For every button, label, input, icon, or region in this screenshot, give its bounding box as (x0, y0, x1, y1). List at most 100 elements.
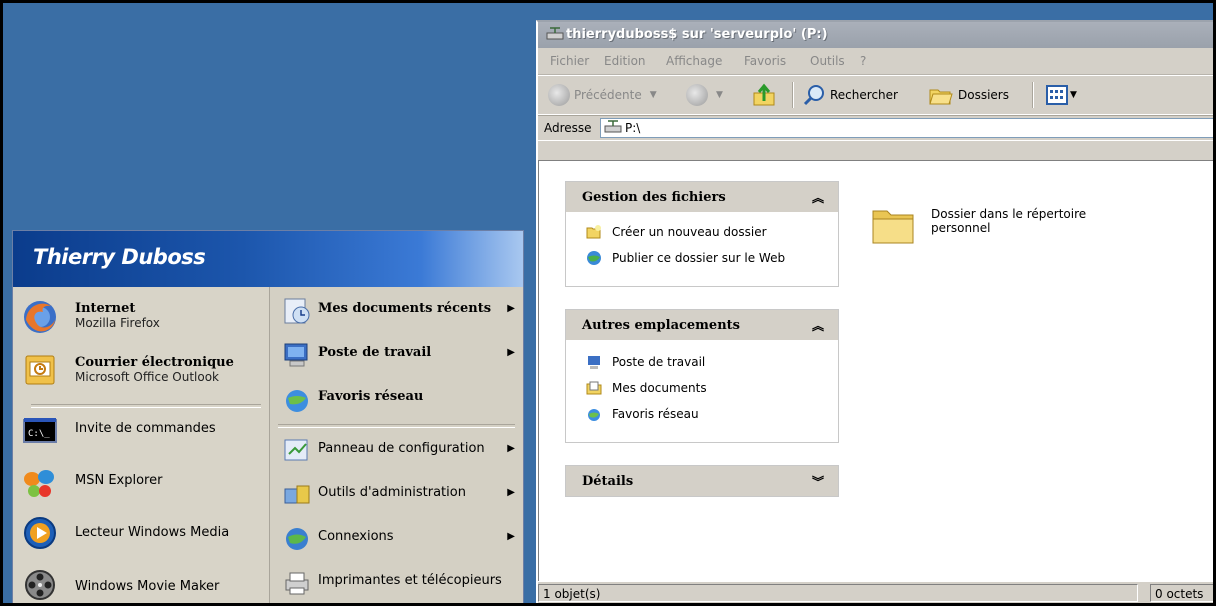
details-title: Détails (582, 474, 634, 489)
start-item-admin-tools[interactable]: Outils d'administration ▶ (278, 477, 515, 511)
start-item-email[interactable]: Courrier électronique Microsoft Office O… (13, 347, 269, 391)
file-tasks-title: Gestion des fichiers (582, 190, 726, 205)
my-computer-label: Poste de travail (318, 345, 432, 360)
views-dropdown-icon: ▼ (1070, 90, 1077, 100)
media-player-icon (24, 517, 56, 549)
task-new-folder-label: Créer un nouveau dossier (612, 225, 767, 239)
views-button[interactable]: ▼ (1046, 82, 1077, 108)
admin-tools-label: Outils d'administration (318, 485, 466, 500)
forward-dropdown-icon[interactable]: ▼ (716, 90, 723, 100)
menu-fichier[interactable]: Fichier (550, 54, 589, 68)
search-icon (803, 85, 824, 106)
collapse-chevron-icon[interactable]: ︽ (812, 189, 824, 206)
expand-chevron-icon[interactable]: ︾ (812, 473, 824, 490)
other-places-header[interactable]: Autres emplacements ︽ (566, 310, 838, 340)
start-item-command-prompt[interactable]: C:\_ Invite de commandes (13, 411, 269, 451)
menu-affichage[interactable]: Affichage (666, 54, 722, 68)
my-documents-icon (586, 381, 602, 395)
start-item-printers[interactable]: Imprimantes et télécopieurs (278, 565, 515, 599)
file-tasks-panel: Gestion des fichiers ︽ Créer un nouveau … (565, 181, 839, 287)
my-computer-icon (284, 343, 308, 367)
submenu-arrow-icon: ▶ (507, 347, 515, 358)
command-prompt-label: Invite de commandes (75, 421, 216, 436)
start-item-media-player[interactable]: Lecteur Windows Media (13, 513, 269, 553)
start-item-network-places[interactable]: Favoris réseau (278, 381, 515, 415)
email-title: Courrier électronique (75, 355, 234, 370)
folders-label: Dossiers (958, 88, 1009, 102)
task-publish-web[interactable]: Publier ce dossier sur le Web (586, 248, 785, 268)
place-network-places[interactable]: Favoris réseau (586, 404, 699, 424)
movie-maker-label: Windows Movie Maker (75, 579, 220, 594)
firefox-icon (24, 301, 56, 333)
back-dropdown-icon[interactable]: ▼ (650, 90, 657, 100)
start-item-my-computer[interactable]: Poste de travail ▶ (278, 337, 515, 371)
menu-bar: Fichier Edition Affichage Favoris Outils… (538, 48, 1216, 75)
outlook-icon (25, 355, 55, 385)
start-item-internet[interactable]: Internet Mozilla Firefox (13, 295, 269, 339)
movie-maker-icon (25, 570, 55, 600)
back-label: Précédente (574, 88, 642, 102)
forward-arrow-icon (686, 84, 708, 106)
folders-button[interactable]: Dossiers (928, 82, 1009, 108)
toolbar-separator (1032, 82, 1034, 108)
internet-title: Internet (75, 301, 136, 316)
start-menu-separator (31, 404, 261, 408)
up-folder-icon (753, 83, 775, 106)
submenu-arrow-icon: ▶ (507, 487, 515, 498)
menu-edition[interactable]: Edition (604, 54, 646, 68)
network-icon (588, 409, 600, 421)
start-item-movie-maker[interactable]: Windows Movie Maker (13, 565, 269, 605)
file-tasks-header[interactable]: Gestion des fichiers ︽ (566, 182, 838, 212)
control-panel-icon (284, 439, 308, 461)
user-name: Thierry Duboss (33, 245, 206, 269)
start-item-recent-documents[interactable]: Mes documents récents ▶ (278, 293, 515, 327)
folder-content-area: Gestion des fichiers ︽ Créer un nouveau … (538, 160, 1216, 582)
start-menu-right-column: Mes documents récents ▶ Poste de travail… (269, 287, 523, 605)
place-my-computer[interactable]: Poste de travail (586, 352, 705, 372)
status-size: 0 octets (1150, 584, 1216, 602)
svg-text:C:\_: C:\_ (28, 429, 50, 439)
folder-item-name: Dossier dans le répertoire personnel (931, 207, 1087, 235)
place-my-documents[interactable]: Mes documents (586, 378, 707, 398)
back-button[interactable]: Précédente ▼ (548, 82, 657, 108)
up-folder-button[interactable] (752, 82, 778, 108)
control-panel-label: Panneau de configuration (318, 441, 485, 456)
address-value: P:\ (625, 121, 641, 135)
my-computer-icon (588, 356, 600, 369)
start-item-control-panel[interactable]: Panneau de configuration ▶ (278, 433, 515, 467)
other-places-panel: Autres emplacements ︽ Poste de travail M… (565, 309, 839, 443)
task-publish-web-label: Publier ce dossier sur le Web (612, 251, 786, 265)
menu-outils[interactable]: Outils (810, 54, 845, 68)
search-button[interactable]: Rechercher (802, 82, 898, 108)
start-menu-header: Thierry Duboss (13, 231, 523, 287)
details-panel: Détails ︾ (565, 465, 839, 497)
network-drive-icon (546, 27, 564, 40)
folder-icon (872, 210, 914, 244)
network-places-label: Favoris réseau (318, 389, 424, 404)
menu-help[interactable]: ? (860, 54, 866, 68)
title-bar[interactable]: thierryduboss$ sur 'serveurplo' (P:) (538, 22, 1216, 48)
recent-docs-icon (284, 298, 310, 324)
status-bar: 1 objet(s) 0 octets (538, 581, 1216, 606)
address-field[interactable]: P:\ (600, 118, 1216, 138)
views-icon (1046, 85, 1068, 105)
start-menu: Thierry Duboss Internet Mozilla Firefox (12, 230, 524, 606)
place-my-documents-label: Mes documents (612, 381, 707, 395)
address-bar: Adresse P:\ (538, 115, 1216, 141)
toolbar: Précédente ▼ ▼ Rechercher Dossiers ▼ (538, 75, 1216, 115)
connections-icon (286, 528, 308, 550)
menu-favoris[interactable]: Favoris (744, 54, 786, 68)
network-icon (286, 390, 308, 412)
start-item-msn-explorer[interactable]: MSN Explorer (13, 463, 269, 503)
collapse-chevron-icon[interactable]: ︽ (812, 317, 824, 334)
forward-button[interactable]: ▼ (686, 82, 723, 108)
start-item-connections[interactable]: Connexions ▶ (278, 521, 515, 555)
task-new-folder[interactable]: Créer un nouveau dossier (586, 222, 767, 242)
submenu-arrow-icon: ▶ (507, 531, 515, 542)
place-network-places-label: Favoris réseau (612, 407, 699, 421)
other-places-title: Autres emplacements (582, 318, 740, 333)
new-folder-icon (586, 225, 601, 239)
start-menu-separator (278, 424, 515, 428)
folder-item[interactable]: Dossier dans le répertoire personnel (869, 201, 1129, 261)
details-header[interactable]: Détails ︾ (566, 466, 838, 496)
